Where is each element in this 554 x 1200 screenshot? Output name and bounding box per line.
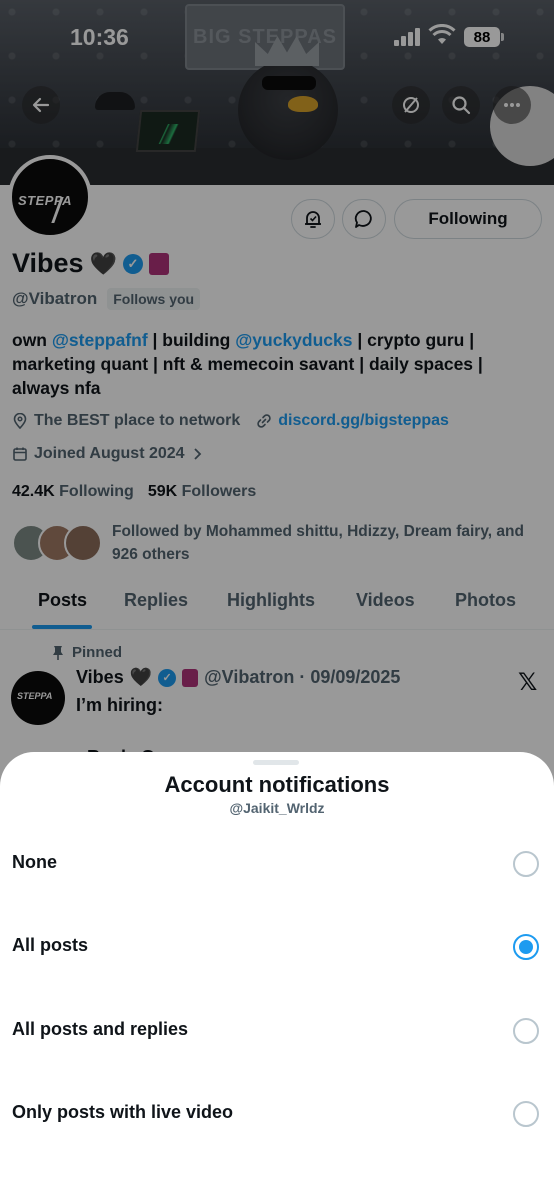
option-all-posts[interactable]: All posts [0, 917, 554, 977]
option-all-posts-and-replies[interactable]: All posts and replies [0, 1001, 554, 1061]
sheet-title: Account notifications [164, 772, 390, 797]
option-label: All posts and replies [12, 1019, 189, 1039]
account-notifications-sheet: Account notifications @Jaikit_Wrldz None… [0, 752, 554, 1200]
radio-button[interactable] [513, 851, 539, 877]
option-label: All posts [12, 935, 89, 955]
radio-button[interactable] [513, 1101, 539, 1127]
option-label: None [12, 852, 57, 872]
option-live-video[interactable]: Only posts with live video [0, 1084, 554, 1144]
sheet-grabber[interactable] [253, 760, 299, 765]
option-label: Only posts with live video [12, 1102, 234, 1122]
radio-button[interactable] [513, 1018, 539, 1044]
sheet-subtitle: @Jaikit_Wrldz [229, 800, 325, 816]
option-none[interactable]: None [0, 834, 554, 894]
radio-button-selected[interactable] [513, 934, 539, 960]
